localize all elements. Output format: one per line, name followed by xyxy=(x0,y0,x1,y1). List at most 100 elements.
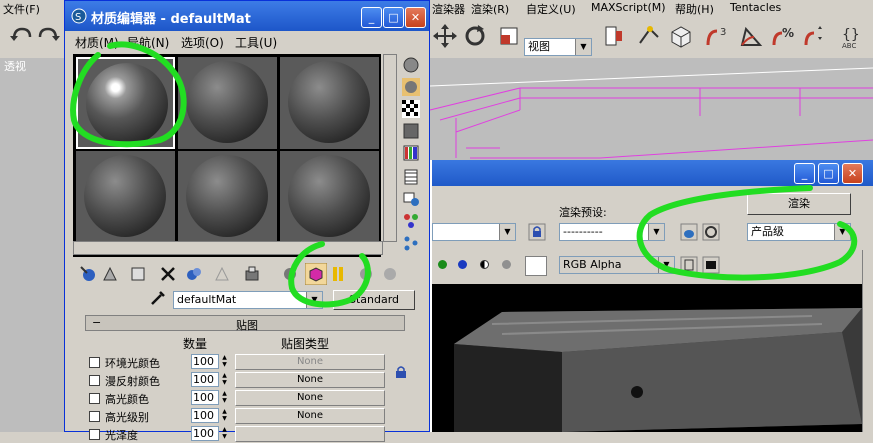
make-preview-icon[interactable] xyxy=(402,168,420,186)
put-to-scene-icon[interactable] xyxy=(101,265,119,283)
menu-navigation[interactable]: 导航(N) xyxy=(127,34,169,51)
render-quality-combo[interactable]: 产品级 ▼ xyxy=(747,223,851,241)
material-name-combo[interactable]: defaultMat ▼ xyxy=(173,291,323,309)
map-amount-input[interactable]: 100 xyxy=(191,426,219,441)
maximize-button[interactable]: □ xyxy=(818,163,839,184)
slot-hscroll[interactable] xyxy=(73,241,383,255)
map-enable-checkbox[interactable] xyxy=(89,411,100,422)
menu-maxscript[interactable]: MAXScript(M) xyxy=(591,1,666,14)
spinner-snap-icon[interactable] xyxy=(802,23,828,49)
keyboard-shortcut-icon[interactable] xyxy=(668,23,694,49)
map-enable-checkbox[interactable] xyxy=(89,357,100,368)
map-amount-input[interactable]: 100 xyxy=(191,354,219,369)
sample-slot[interactable] xyxy=(280,151,379,243)
backlight-icon[interactable] xyxy=(402,78,420,96)
go-to-sibling-icon[interactable] xyxy=(381,265,399,283)
map-slot-button[interactable]: None xyxy=(235,354,385,370)
menu-render[interactable]: 渲染(R) xyxy=(471,1,509,17)
named-selection-icon[interactable]: {}ABC xyxy=(840,23,866,49)
amount-spinner[interactable]: ▲ ▼ xyxy=(220,408,229,423)
sample-slot[interactable] xyxy=(178,151,277,243)
alpha-channel-icon[interactable] xyxy=(480,260,489,269)
map-amount-input[interactable]: 100 xyxy=(191,372,219,387)
maps-rollout-header[interactable]: − 贴图 xyxy=(85,315,405,332)
select-manipulate-icon[interactable] xyxy=(636,23,662,49)
angle-snap-icon[interactable] xyxy=(738,23,764,49)
render-teapot-icon[interactable] xyxy=(680,223,698,241)
render-preset-combo[interactable]: ---------- ▼ xyxy=(559,223,665,241)
redo-icon[interactable] xyxy=(36,23,62,49)
assign-material-icon[interactable] xyxy=(129,265,147,283)
map-enable-checkbox[interactable] xyxy=(89,375,100,386)
rotate-icon[interactable] xyxy=(462,23,488,49)
lock-icon[interactable] xyxy=(395,365,407,379)
sample-slot[interactable] xyxy=(178,57,277,149)
sample-slot[interactable] xyxy=(76,57,175,149)
amount-spinner[interactable]: ▲ ▼ xyxy=(220,354,229,369)
map-amount-input[interactable]: 100 xyxy=(191,408,219,423)
map-amount-input[interactable]: 100 xyxy=(191,390,219,405)
menu-file[interactable]: 文件(F) xyxy=(3,1,40,17)
go-forward-sibling-icon[interactable] xyxy=(357,265,375,283)
print-icon[interactable] xyxy=(702,256,720,274)
pick-material-eyedropper-icon[interactable] xyxy=(149,289,167,307)
minimize-button[interactable]: _ xyxy=(361,7,382,28)
map-slot-button[interactable]: None xyxy=(235,408,385,424)
menu-help[interactable]: 帮助(H) xyxy=(675,1,714,17)
slot-vscroll[interactable] xyxy=(383,54,397,242)
render-target-combo[interactable]: ▼ xyxy=(432,223,516,241)
map-slot-button[interactable]: None xyxy=(235,390,385,406)
go-to-parent-icon[interactable] xyxy=(331,265,349,283)
blue-channel-icon[interactable] xyxy=(458,260,467,269)
scale-icon[interactable] xyxy=(496,23,522,49)
mono-channel-icon[interactable] xyxy=(502,260,511,269)
render-button[interactable]: 渲染 xyxy=(747,193,851,215)
view-combo[interactable]: 视图 ▼ xyxy=(524,38,592,56)
select-by-material-icon[interactable] xyxy=(402,212,420,230)
background-checker-icon[interactable] xyxy=(402,100,420,118)
color-swatch[interactable] xyxy=(525,256,547,276)
maximize-button[interactable]: □ xyxy=(383,7,404,28)
channel-combo[interactable]: RGB Alpha ▼ xyxy=(559,256,675,274)
material-type-button[interactable]: Standard xyxy=(333,290,415,310)
material-navigator-icon[interactable] xyxy=(402,234,420,252)
menu-options[interactable]: 选项(O) xyxy=(181,34,224,51)
pivot-icon[interactable] xyxy=(600,23,626,49)
move-icon[interactable] xyxy=(432,23,458,49)
menu-renderer[interactable]: 渲染器 xyxy=(432,1,465,17)
menu-material[interactable]: 材质(M) xyxy=(75,34,119,51)
render-scrollbar[interactable] xyxy=(862,250,873,432)
menu-customize[interactable]: 自定义(U) xyxy=(526,1,576,17)
sample-uv-icon[interactable] xyxy=(402,122,420,140)
menu-tentacles[interactable]: Tentacles xyxy=(730,1,781,14)
make-unique-icon[interactable] xyxy=(185,265,203,283)
menu-tools[interactable]: 工具(U) xyxy=(235,34,277,51)
sample-slot[interactable] xyxy=(280,57,379,149)
environment-icon[interactable] xyxy=(702,223,720,241)
reset-map-icon[interactable] xyxy=(159,265,177,283)
percent-snap-icon[interactable]: % xyxy=(770,23,796,49)
amount-spinner[interactable]: ▲ ▼ xyxy=(220,390,229,405)
sample-type-icon[interactable] xyxy=(402,56,420,74)
map-enable-checkbox[interactable] xyxy=(89,429,100,440)
minimize-button[interactable]: _ xyxy=(794,163,815,184)
put-to-library-icon[interactable] xyxy=(213,265,231,283)
close-button[interactable]: ✕ xyxy=(405,7,426,28)
video-color-icon[interactable] xyxy=(402,144,420,162)
green-channel-icon[interactable] xyxy=(438,260,447,269)
map-slot-button[interactable] xyxy=(235,426,385,442)
amount-spinner[interactable]: ▲ ▼ xyxy=(220,426,229,441)
material-effects-icon[interactable] xyxy=(243,265,261,283)
close-button[interactable]: ✕ xyxy=(842,163,863,184)
get-material-icon[interactable] xyxy=(79,265,97,283)
clone-window-icon[interactable] xyxy=(680,256,698,274)
options-icon[interactable] xyxy=(402,190,420,208)
amount-spinner[interactable]: ▲ ▼ xyxy=(220,372,229,387)
show-map-icon[interactable] xyxy=(281,265,299,283)
map-slot-button[interactable]: None xyxy=(235,372,385,388)
map-enable-checkbox[interactable] xyxy=(89,393,100,404)
lock-icon[interactable] xyxy=(528,223,546,241)
show-end-result-icon[interactable] xyxy=(305,263,327,285)
sample-slot[interactable] xyxy=(76,151,175,243)
snap-3d-icon[interactable]: 3 xyxy=(704,23,730,49)
